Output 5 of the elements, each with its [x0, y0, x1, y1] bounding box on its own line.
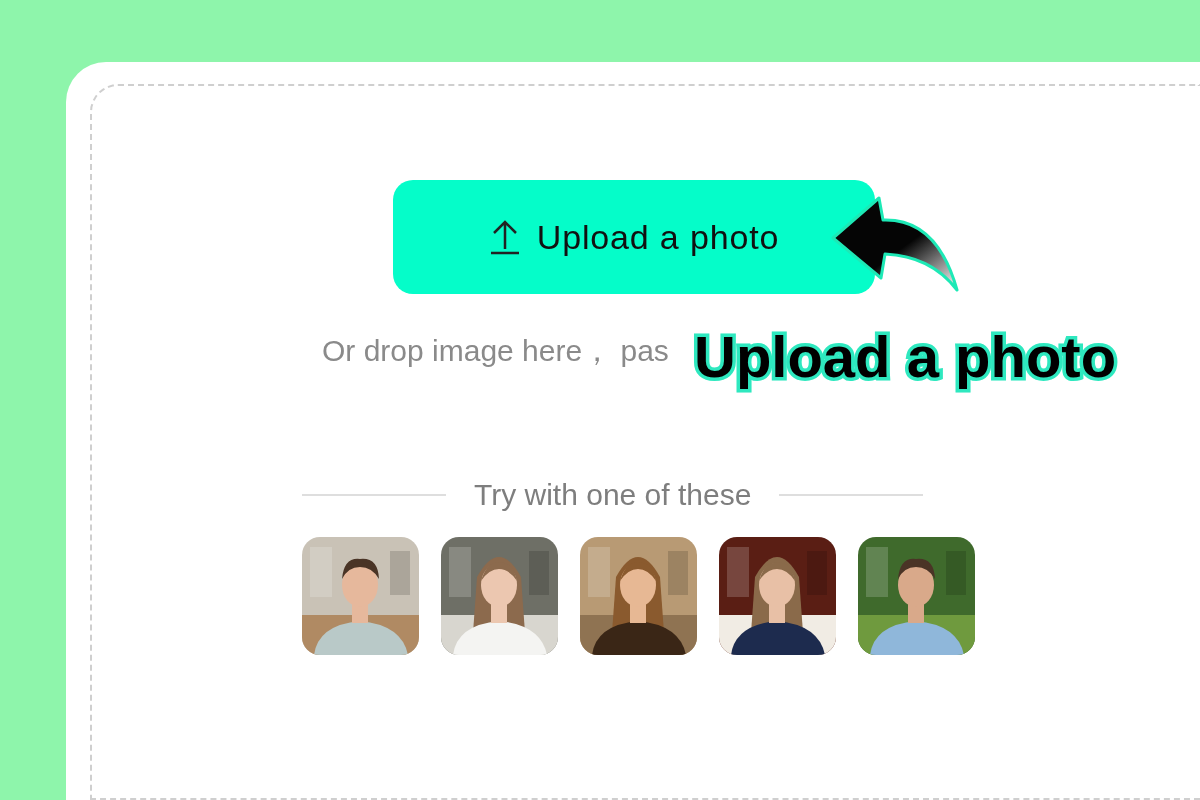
drop-hint: Or drop image here， pas [322, 334, 669, 367]
samples-heading: Try with one of these [474, 477, 752, 513]
upload-button[interactable]: Upload a photo [393, 180, 875, 294]
drop-zone[interactable]: Upload a photo Or drop image here， pas Upload a photo Try with one of these [90, 84, 1200, 800]
upload-icon [488, 219, 521, 255]
